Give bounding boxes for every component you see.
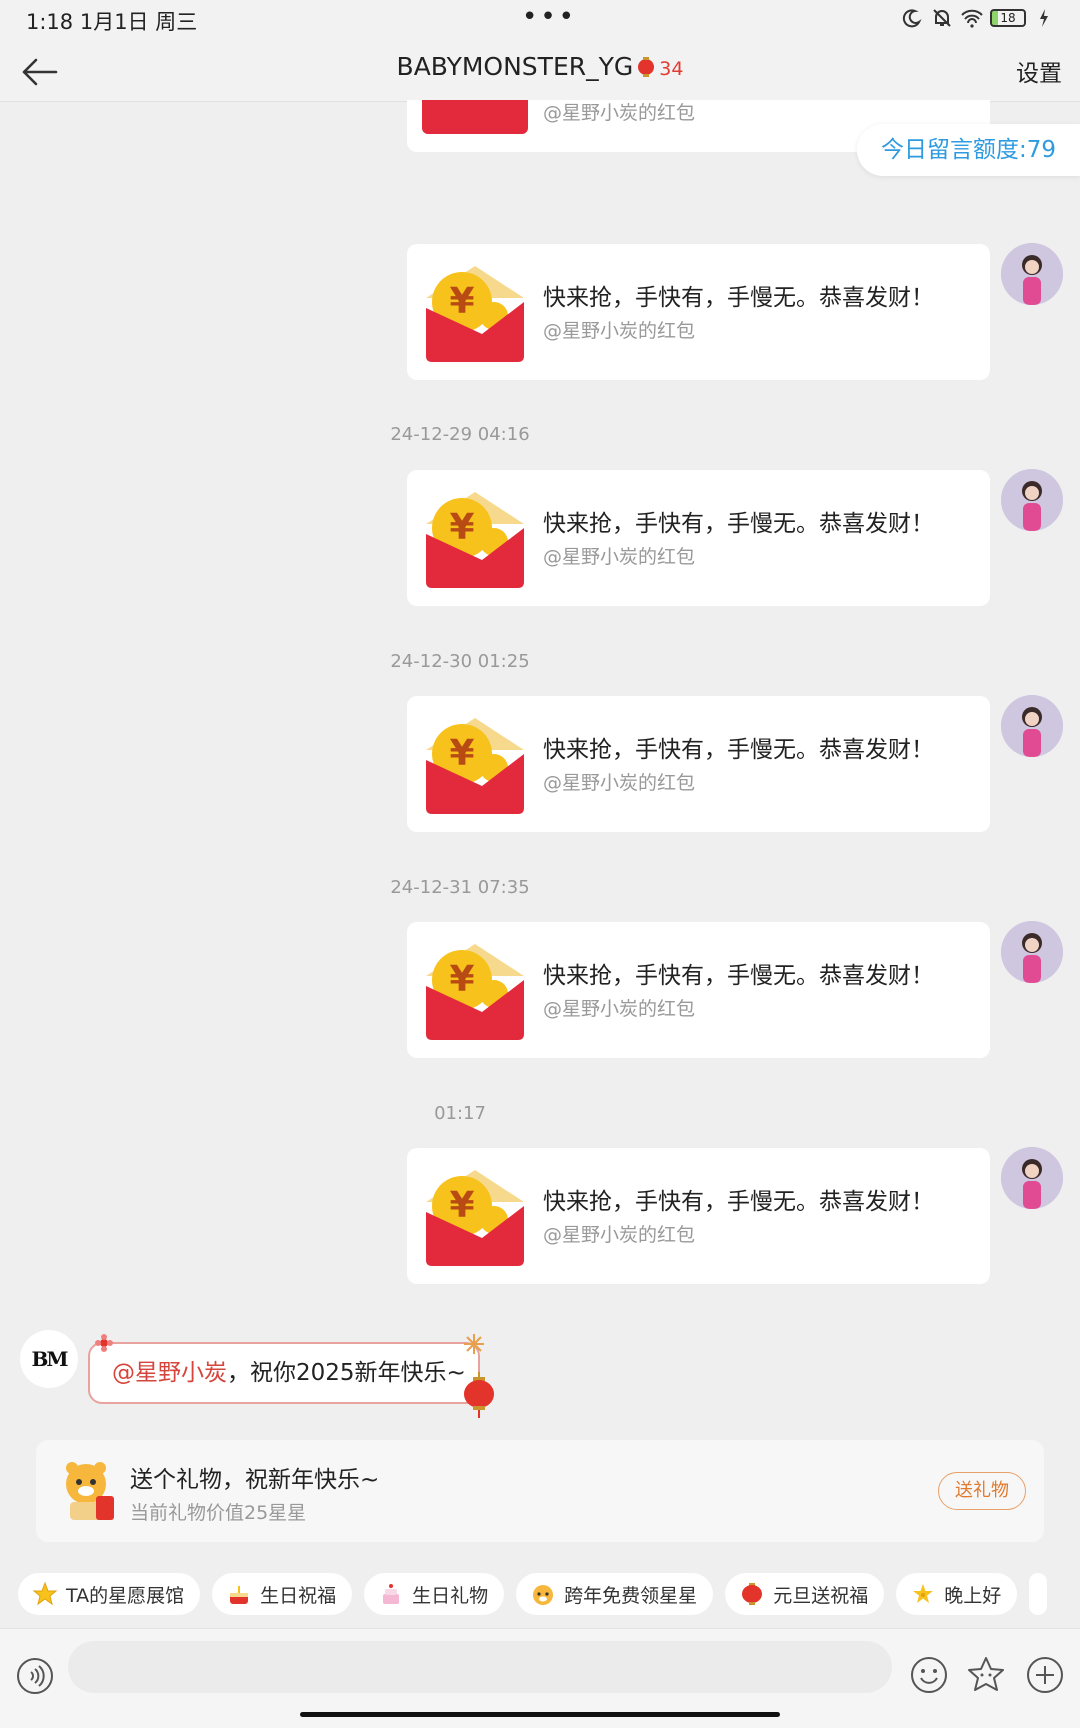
mute-bell-icon bbox=[930, 7, 954, 29]
plus-icon bbox=[1027, 1657, 1063, 1693]
red-packet-sender: @星野小炭的红包 bbox=[543, 546, 696, 568]
star-icon bbox=[32, 1581, 58, 1607]
status-more-dots: ••• bbox=[522, 2, 578, 32]
voice-button[interactable] bbox=[16, 1657, 54, 1695]
cake-icon bbox=[226, 1581, 252, 1607]
gift-value: 当前礼物价值25星星 bbox=[130, 1502, 307, 1524]
message-text: 快来抢，手快有，手慢无。恭喜发财！ bbox=[543, 1189, 934, 1215]
chip-label: TA的星愿展馆 bbox=[66, 1584, 185, 1607]
message-input[interactable] bbox=[68, 1641, 892, 1693]
red-packet-icon: ¥ bbox=[426, 266, 524, 362]
gift-prompt-panel: 送个礼物，祝新年快乐~ 当前礼物价值25星星 送礼物 bbox=[36, 1440, 1044, 1542]
red-packet-icon: ¥ bbox=[426, 1170, 524, 1266]
message-timestamp: 24-12-31 07:35 bbox=[390, 877, 530, 898]
message-text: 快来抢，手快有，手慢无。恭喜发财！ bbox=[543, 963, 934, 989]
wifi-icon bbox=[960, 7, 984, 29]
moon-star-icon bbox=[910, 1581, 936, 1607]
red-packet-card[interactable]: ¥ 快来抢，手快有，手慢无。恭喜发财！ @星野小炭的红包 bbox=[407, 470, 990, 606]
red-packet-sender: @星野小炭的红包 bbox=[543, 102, 696, 124]
title-badge-count: 34 bbox=[659, 58, 684, 80]
moon-icon bbox=[900, 7, 924, 29]
red-packet-card[interactable]: ¥ 快来抢，手快有，手慢无。恭喜发财！ @星野小炭的红包 bbox=[407, 922, 990, 1058]
settings-button[interactable]: 设置 bbox=[1016, 54, 1062, 88]
chat-title[interactable]: BABYMONSTER_YG 34 bbox=[0, 52, 1080, 81]
flower-decoration-icon bbox=[95, 1334, 113, 1352]
star-gift-button[interactable] bbox=[966, 1655, 1006, 1695]
red-packet-card[interactable]: ¥ 快来抢，手快有，手慢无。恭喜发财！ @星野小炭的红包 bbox=[407, 1148, 990, 1284]
gift-title: 送个礼物，祝新年快乐~ bbox=[130, 1467, 380, 1493]
firework-decoration-icon bbox=[464, 1334, 484, 1354]
bm-avatar[interactable]: BM bbox=[20, 1330, 78, 1388]
red-packet-card[interactable]: ¥ 快来抢，手快有，手慢无。恭喜发财！ @星野小炭的红包 bbox=[407, 244, 990, 380]
chip-label: 跨年免费领星星 bbox=[564, 1584, 698, 1607]
more-button[interactable] bbox=[1026, 1656, 1064, 1694]
chip-label: 元旦送祝福 bbox=[773, 1584, 869, 1607]
emoji-icon bbox=[911, 1657, 947, 1693]
chip-birthday-gift[interactable]: 生日礼物 bbox=[364, 1573, 505, 1615]
svg-text:¥: ¥ bbox=[449, 507, 474, 548]
red-packet-icon bbox=[422, 100, 528, 134]
battery-icon: 18 bbox=[990, 9, 1026, 27]
send-gift-button[interactable]: 送礼物 bbox=[938, 1472, 1026, 1510]
message-timestamp: 24-12-29 04:16 bbox=[390, 424, 530, 445]
charging-icon bbox=[1032, 7, 1056, 29]
lantern-icon bbox=[739, 1581, 765, 1607]
avatar[interactable] bbox=[1001, 921, 1063, 983]
red-packet-sender: @星野小炭的红包 bbox=[543, 320, 696, 342]
red-packet-card[interactable]: ¥ 快来抢，手快有，手慢无。恭喜发财！ @星野小炭的红包 bbox=[407, 696, 990, 832]
tiger-gift-icon bbox=[66, 1462, 114, 1520]
lantern-icon bbox=[637, 55, 655, 77]
red-packet-sender: @星野小炭的红包 bbox=[543, 772, 696, 794]
mention-user[interactable]: @星野小炭 bbox=[112, 1360, 227, 1386]
avatar[interactable] bbox=[1001, 243, 1063, 305]
lantern-decoration-icon bbox=[464, 1372, 494, 1418]
chip-label: 晚上好 bbox=[944, 1584, 1002, 1607]
message-text: 快来抢，手快有，手慢无。恭喜发财！ bbox=[543, 737, 934, 763]
avatar[interactable] bbox=[1001, 469, 1063, 531]
red-packet-sender: @星野小炭的红包 bbox=[543, 1224, 696, 1246]
red-packet-icon: ¥ bbox=[426, 944, 524, 1040]
daily-quota-badge: 今日留言额度:79 bbox=[857, 124, 1080, 176]
mention-text: ，祝你2025新年快乐~ bbox=[227, 1360, 466, 1386]
status-time-date: 1:18 1月1日 周三 bbox=[26, 10, 198, 34]
message-text: 快来抢，手快有，手慢无。恭喜发财！ bbox=[543, 285, 934, 311]
emoji-button[interactable] bbox=[910, 1656, 948, 1694]
star-outline-icon bbox=[968, 1657, 1004, 1691]
cake-gift-icon bbox=[378, 1581, 404, 1607]
status-bar: 1:18 1月1日 周三 ••• 18 bbox=[0, 0, 1080, 40]
chip-new-year-stars[interactable]: 跨年免费领星星 bbox=[516, 1573, 714, 1615]
red-packet-sender: @星野小炭的红包 bbox=[543, 998, 696, 1020]
chip-good-evening[interactable]: 晚上好 bbox=[896, 1573, 1018, 1615]
chip-wish-gallery[interactable]: TA的星愿展馆 bbox=[18, 1573, 201, 1615]
svg-text:¥: ¥ bbox=[449, 733, 474, 774]
svg-text:¥: ¥ bbox=[449, 1185, 474, 1226]
avatar[interactable] bbox=[1001, 1147, 1063, 1209]
avatar[interactable] bbox=[1001, 695, 1063, 757]
quick-action-chips: TA的星愿展馆 生日祝福 生日礼物 跨年免费领星星 元旦送祝福 晚上好 bbox=[18, 1573, 1048, 1615]
chat-header: BABYMONSTER_YG 34 设置 bbox=[0, 40, 1080, 102]
mention-message-bubble[interactable]: @星野小炭，祝你2025新年快乐~ bbox=[88, 1342, 480, 1404]
home-indicator bbox=[300, 1712, 780, 1717]
message-timestamp: 24-12-30 01:25 bbox=[390, 651, 530, 672]
chip-partial[interactable] bbox=[1029, 1573, 1048, 1615]
red-packet-icon: ¥ bbox=[426, 718, 524, 814]
svg-text:¥: ¥ bbox=[449, 281, 474, 322]
chip-label: 生日祝福 bbox=[260, 1584, 337, 1607]
status-icons: 18 bbox=[900, 7, 1056, 29]
red-packet-icon: ¥ bbox=[426, 492, 524, 588]
voice-icon bbox=[17, 1658, 53, 1694]
chat-title-text: BABYMONSTER_YG bbox=[396, 52, 634, 81]
chip-label: 生日礼物 bbox=[412, 1584, 489, 1607]
chip-birthday-wishes[interactable]: 生日祝福 bbox=[212, 1573, 353, 1615]
message-timestamp: 01:17 bbox=[434, 1103, 486, 1124]
svg-text:¥: ¥ bbox=[449, 959, 474, 1000]
chip-new-year-wishes[interactable]: 元旦送祝福 bbox=[725, 1573, 885, 1615]
message-text: 快来抢，手快有，手慢无。恭喜发财！ bbox=[543, 511, 934, 537]
tiger-icon bbox=[530, 1581, 556, 1607]
